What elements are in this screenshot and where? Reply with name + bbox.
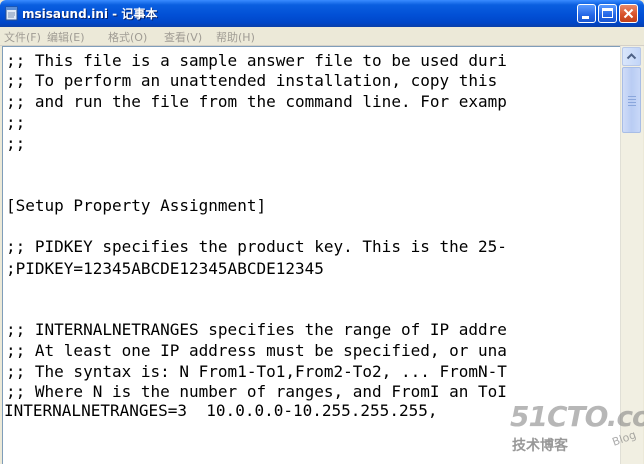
text-editor[interactable]: ;; This file is a sample answer file to … (2, 46, 620, 464)
scroll-up-arrow-icon (626, 53, 637, 60)
text-line: ;; This file is a sample answer file to … (6, 51, 507, 70)
notepad-window: msisaund.ini - 记事本 文件(F) 编辑(E) 格式(O) 查看(… (0, 0, 644, 464)
text-line: ;; PIDKEY specifies the product key. Thi… (6, 237, 507, 256)
thumb-grip (628, 96, 636, 97)
menu-file[interactable]: 文件(F) (4, 29, 41, 45)
close-button[interactable] (619, 4, 638, 23)
text-line: ;; INTERNALNETRANGES specifies the range… (6, 320, 507, 339)
scrollbar-thumb[interactable] (622, 67, 641, 133)
text-line: [Setup Property Assignment] (6, 196, 267, 215)
text-line: ;PIDKEY=12345ABCDE12345ABCDE12345 (6, 259, 324, 278)
title-bar[interactable]: msisaund.ini - 记事本 (0, 0, 644, 27)
close-icon (623, 8, 634, 19)
scroll-up-button[interactable] (622, 47, 641, 66)
thumb-grip (628, 99, 636, 100)
menu-format[interactable]: 格式(O) (108, 29, 147, 45)
minimize-button[interactable] (577, 4, 596, 23)
menu-view[interactable]: 查看(V) (164, 29, 202, 45)
thumb-grip (628, 105, 636, 106)
text-line: ;; Where N is the number of ranges, and … (6, 382, 507, 401)
text-line: ;; (6, 134, 26, 153)
text-line: ;; The syntax is: N From1-To1,From2-To2,… (6, 362, 507, 381)
thumb-grip (628, 102, 636, 103)
text-line: ;; At least one IP address must be speci… (6, 341, 507, 360)
menu-bar: 文件(F) 编辑(E) 格式(O) 查看(V) 帮助(H) (0, 27, 644, 46)
menu-help[interactable]: 帮助(H) (216, 29, 255, 45)
maximize-icon (602, 8, 613, 18)
menu-edit[interactable]: 编辑(E) (47, 29, 85, 45)
text-line: ;; and run the file from the command lin… (6, 92, 507, 111)
notepad-icon (5, 6, 18, 21)
minimize-icon (582, 16, 589, 19)
text-line: INTERNALNETRANGES=3 10.0.0.0-10.255.255.… (4, 401, 438, 420)
window-title: msisaund.ini - 记事本 (22, 7, 158, 21)
text-line: ;; To perform an unattended installation… (6, 71, 498, 90)
vertical-scrollbar[interactable] (620, 46, 643, 464)
text-line: ;; (6, 113, 26, 132)
maximize-button[interactable] (598, 4, 617, 23)
